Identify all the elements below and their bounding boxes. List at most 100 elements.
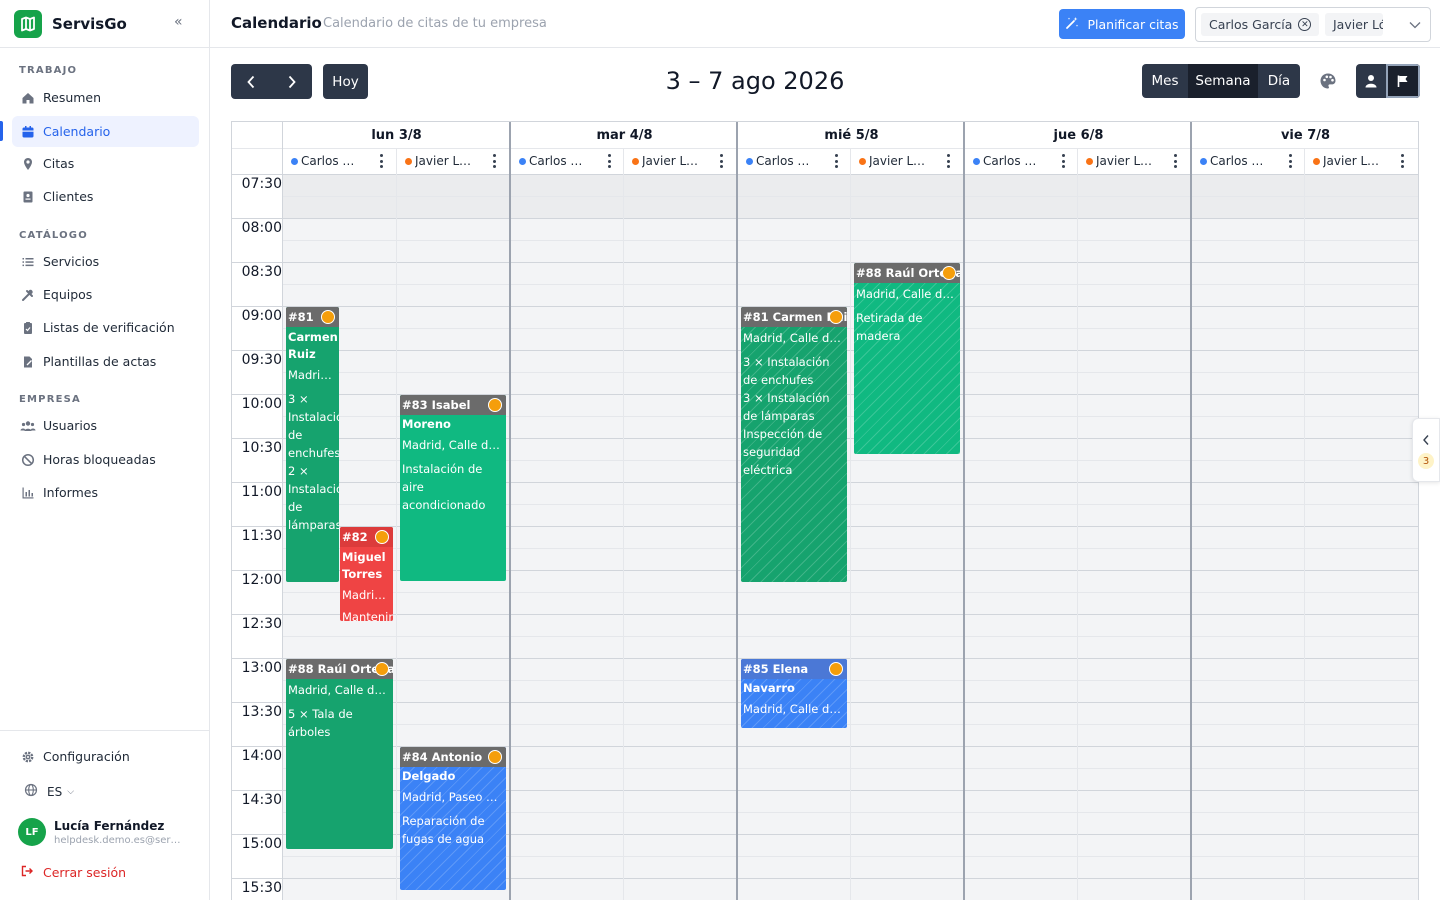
time-label: 08:30	[241, 264, 282, 280]
time-label: 11:30	[241, 528, 282, 544]
day-header[interactable]: mar 4/8	[511, 122, 738, 148]
status-pending-icon	[488, 750, 502, 764]
more-vertical-icon[interactable]	[946, 154, 950, 168]
more-vertical-icon[interactable]	[379, 154, 383, 168]
flag-icon	[1397, 75, 1408, 87]
sidebar-item-plantillas-actas[interactable]: Plantillas de actas	[12, 346, 199, 377]
today-button[interactable]: Hoy	[323, 64, 368, 99]
resource-header[interactable]: Carlos García	[1192, 148, 1306, 174]
clipboard-icon	[20, 320, 36, 336]
sidebar-item-equipos[interactable]: Equipos	[12, 279, 199, 310]
appointment-card[interactable]: #81 Carmen Ruiz Madrid, Calle de Fuencar…	[286, 307, 339, 582]
appointment-card[interactable]: #88 Raúl Ortega Madrid, Calle de Toledo …	[854, 263, 960, 454]
side-panel-toggle[interactable]: 3	[1412, 418, 1440, 482]
user-profile[interactable]: LF Lucía Fernández helpdesk.demo.es@serv…	[18, 818, 186, 846]
sidebar-item-clientes[interactable]: Clientes	[12, 181, 199, 212]
prev-week-button[interactable]	[231, 64, 272, 99]
section-title-catalogo: CATÁLOGO	[19, 230, 88, 241]
more-vertical-icon[interactable]	[1400, 154, 1404, 168]
user-email: helpdesk.demo.es@servisgo.com	[54, 834, 186, 846]
date-range-title: 3 – 7 ago 2026	[665, 67, 845, 95]
resource-header[interactable]: Javier López	[1305, 148, 1418, 174]
sidebar-item-horas-bloqueadas[interactable]: Horas bloqueadas	[12, 444, 199, 475]
resource-header[interactable]: Javier López	[624, 148, 737, 174]
appointment-card[interactable]: #88 Raúl Ortega Madrid, Calle de Toledo …	[286, 659, 393, 849]
tools-icon	[20, 287, 36, 303]
language-code: ES	[47, 784, 63, 799]
avatar: LF	[18, 818, 46, 846]
more-vertical-icon[interactable]	[492, 154, 496, 168]
time-label: 08:00	[241, 220, 282, 236]
status-pending-icon	[375, 662, 389, 676]
resource-header[interactable]: Carlos García	[965, 148, 1079, 174]
time-label: 13:00	[241, 660, 282, 676]
appointment-card[interactable]: #85 Elena Navarro Madrid, Calle del Prad…	[741, 659, 847, 728]
sidebar-item-listas-verificacion[interactable]: Listas de verificación	[12, 312, 199, 343]
close-icon[interactable]: ✕	[1298, 18, 1312, 31]
palette-icon[interactable]	[1318, 71, 1338, 91]
time-label: 10:30	[241, 440, 282, 456]
status-pending-icon	[375, 530, 389, 544]
sidebar-item-usuarios[interactable]: Usuarios	[12, 410, 199, 441]
sidebar-item-servicios[interactable]: Servicios	[12, 246, 199, 277]
person-view-button[interactable]	[1356, 64, 1386, 98]
collapse-sidebar-icon[interactable]: «	[174, 14, 183, 30]
page-subtitle: Calendario de citas de tu empresa	[323, 16, 547, 31]
view-day-button[interactable]: Día	[1258, 64, 1300, 98]
mode-switcher	[1356, 64, 1420, 98]
more-vertical-icon[interactable]	[1061, 154, 1065, 168]
more-vertical-icon[interactable]	[834, 154, 838, 168]
appointment-card[interactable]: #82 Miguel Torres Madrid, Calle de Alcal…	[340, 527, 393, 621]
next-week-button[interactable]	[272, 64, 313, 99]
status-pending-icon	[488, 398, 502, 412]
appointment-card[interactable]: #81 Carmen Ruiz Madrid, Calle de Fuencar…	[741, 307, 847, 582]
day-header[interactable]: jue 6/8	[965, 122, 1192, 148]
resource-header[interactable]: Javier López	[1078, 148, 1191, 174]
globe-icon	[24, 783, 38, 800]
resource-header[interactable]: Javier López	[397, 148, 510, 174]
resource-header[interactable]: Carlos García	[738, 148, 852, 174]
sidebar-item-calendario[interactable]: Calendario	[12, 116, 199, 147]
page-title: Calendario	[231, 14, 322, 32]
time-label: 07:30	[241, 176, 282, 192]
view-month-button[interactable]: Mes	[1142, 64, 1188, 98]
more-vertical-icon[interactable]	[1173, 154, 1177, 168]
technician-chip[interactable]: Carlos García ✕	[1201, 13, 1320, 36]
chevron-down-icon[interactable]	[1406, 16, 1424, 34]
sidebar-item-citas[interactable]: Citas	[12, 148, 199, 179]
bar-chart-icon	[20, 485, 36, 501]
sidebar-item-configuracion[interactable]: Configuración	[12, 741, 199, 772]
more-vertical-icon[interactable]	[1288, 154, 1292, 168]
plan-appointments-button[interactable]: Planificar citas	[1059, 9, 1185, 39]
resource-header[interactable]: Carlos García	[511, 148, 625, 174]
contact-card-icon	[20, 189, 36, 205]
brand[interactable]: ServisGo	[14, 10, 127, 38]
flag-view-button[interactable]	[1386, 64, 1420, 98]
language-selector[interactable]: ES ⌵	[24, 783, 74, 800]
users-icon	[20, 418, 36, 434]
sidebar-item-resumen[interactable]: Resumen	[12, 82, 199, 113]
technician-multiselect[interactable]: Carlos García ✕ Javier López	[1195, 7, 1431, 42]
appointment-card[interactable]: #83 Isabel Moreno Madrid, Calle de Serra…	[400, 395, 506, 581]
day-header[interactable]: vie 7/8	[1192, 122, 1418, 148]
person-icon	[1365, 75, 1377, 88]
technician-chip[interactable]: Javier López	[1325, 13, 1383, 36]
more-vertical-icon[interactable]	[719, 154, 723, 168]
appointment-card[interactable]: #84 Antonio Delgado Madrid, Paseo de la …	[400, 747, 506, 890]
time-label: 13:30	[241, 704, 282, 720]
day-header[interactable]: mié 5/8	[738, 122, 965, 148]
logout-button[interactable]: Cerrar sesión	[20, 864, 126, 881]
time-label: 15:00	[241, 836, 282, 852]
chevron-left-icon	[247, 75, 255, 88]
brand-name: ServisGo	[52, 15, 127, 33]
sidebar-item-informes[interactable]: Informes	[12, 477, 199, 508]
view-switcher: Mes Semana Día	[1142, 64, 1300, 98]
view-week-button[interactable]: Semana	[1188, 64, 1258, 98]
time-label: 10:00	[241, 396, 282, 412]
day-header[interactable]: lun 3/8	[283, 122, 510, 148]
section-title-empresa: EMPRESA	[19, 394, 81, 405]
time-label: 14:00	[241, 748, 282, 764]
resource-header[interactable]: Javier López	[851, 148, 964, 174]
resource-header[interactable]: Carlos García	[283, 148, 397, 174]
more-vertical-icon[interactable]	[607, 154, 611, 168]
